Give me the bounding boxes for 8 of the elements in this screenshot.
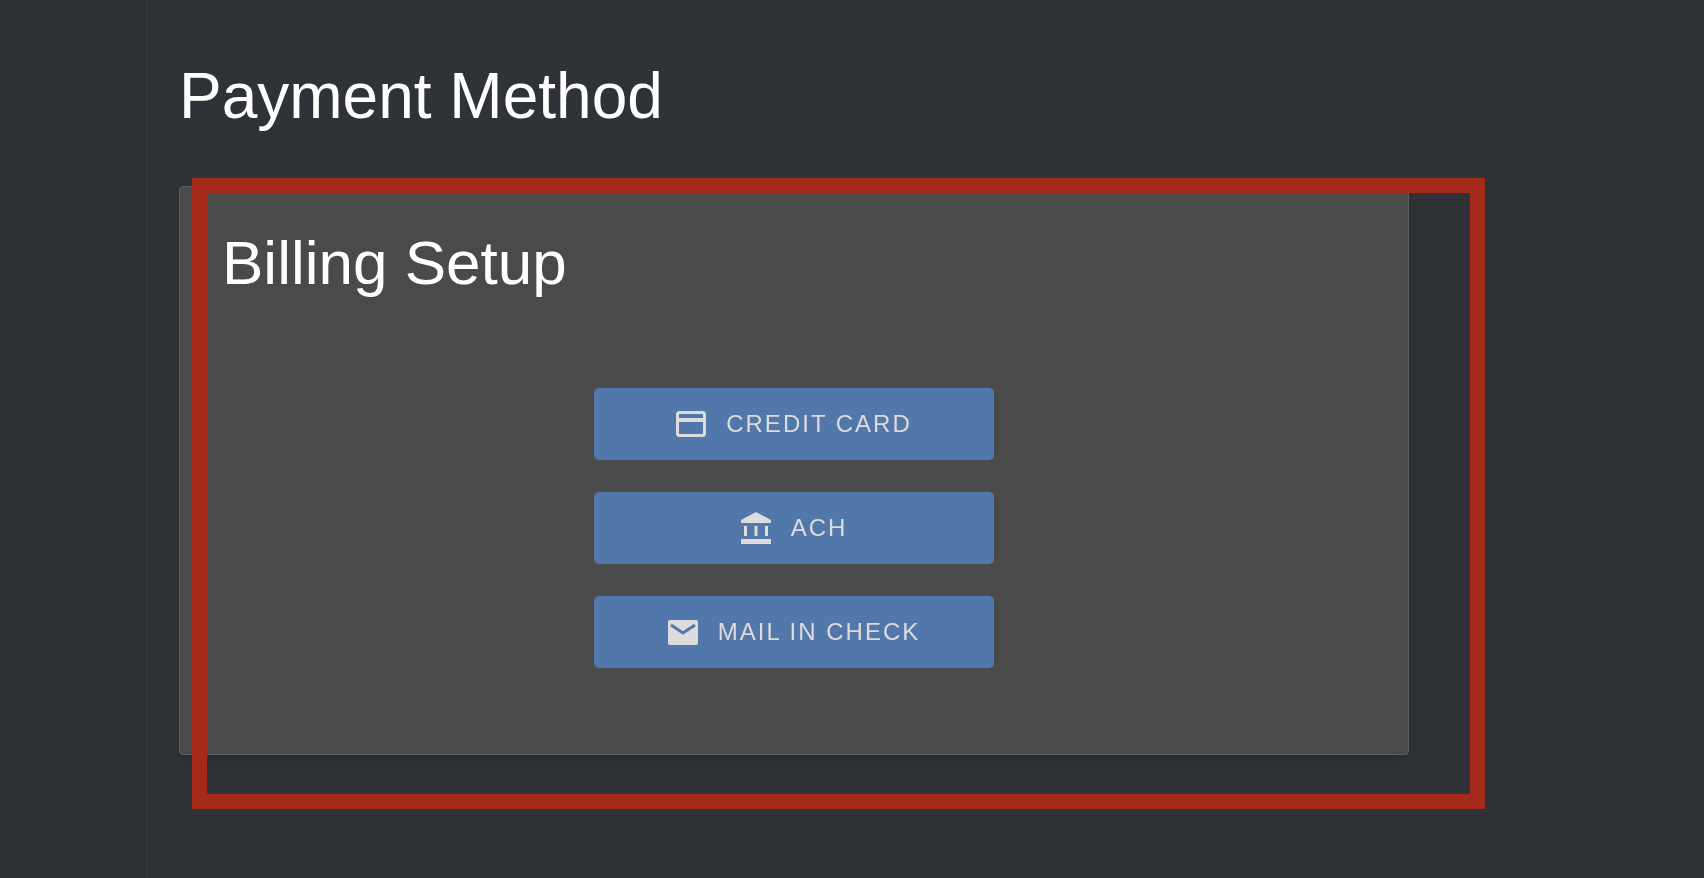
- credit-card-icon: [676, 411, 707, 437]
- page-title: Payment Method: [179, 59, 664, 134]
- payment-option-button[interactable]: CREDIT CARD: [594, 388, 994, 460]
- payment-option-button[interactable]: ACH: [594, 492, 994, 564]
- payment-option-button[interactable]: MAIL IN CHECK: [594, 596, 994, 668]
- bank-icon: [740, 512, 771, 544]
- mail-icon: [667, 619, 698, 645]
- card-title: Billing Setup: [222, 227, 567, 299]
